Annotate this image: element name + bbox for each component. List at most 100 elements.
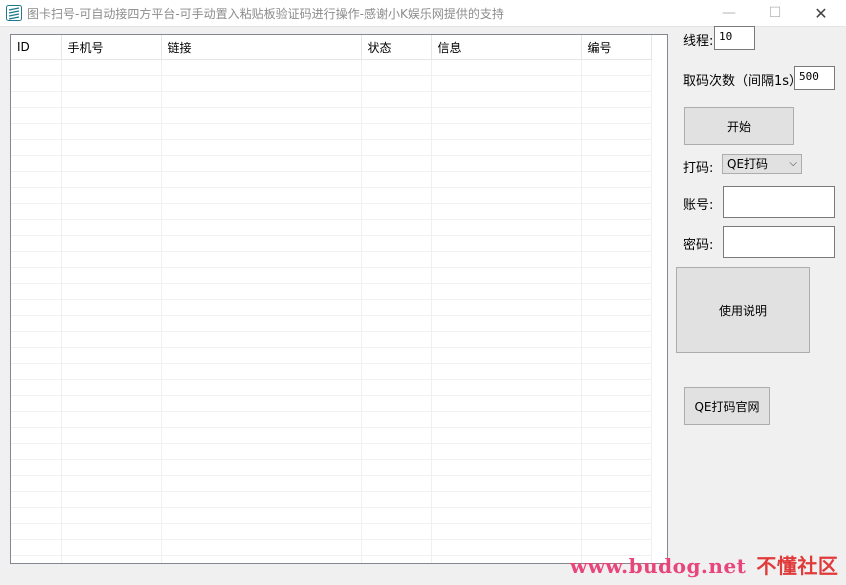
table-row[interactable]	[11, 315, 652, 332]
table-row[interactable]	[11, 539, 652, 556]
table-cell	[361, 91, 432, 108]
table-cell	[61, 171, 162, 188]
table-row[interactable]	[11, 267, 652, 284]
table-cell	[11, 491, 62, 508]
table-cell	[61, 299, 162, 316]
column-header-number[interactable]: 编号	[581, 35, 652, 60]
table-row[interactable]	[11, 523, 652, 540]
table-cell	[61, 555, 162, 563]
maximize-button[interactable]: ☐	[752, 0, 798, 26]
table-cell	[11, 507, 62, 524]
table-cell	[11, 443, 62, 460]
table-cell	[361, 459, 432, 476]
table-cell	[581, 59, 652, 76]
column-header-link[interactable]: 链接	[161, 35, 362, 60]
close-button[interactable]: ✕	[798, 0, 844, 26]
table-cell	[361, 187, 432, 204]
table-cell	[361, 411, 432, 428]
table-row[interactable]	[11, 491, 652, 508]
table-row[interactable]	[11, 171, 652, 188]
table-cell	[431, 139, 582, 156]
table-cell	[431, 59, 582, 76]
table-row[interactable]	[11, 91, 652, 108]
table-row[interactable]	[11, 363, 652, 380]
table-cell	[61, 443, 162, 460]
table-cell	[11, 91, 62, 108]
table-row[interactable]	[11, 187, 652, 204]
table-cell	[11, 139, 62, 156]
table-cell	[581, 155, 652, 172]
table-cell	[61, 91, 162, 108]
table-cell	[161, 267, 362, 284]
results-grid[interactable]: ID 手机号 链接 状态 信息 编号	[10, 34, 668, 564]
table-row[interactable]	[11, 219, 652, 236]
table-row[interactable]	[11, 331, 652, 348]
column-header-id[interactable]: ID	[11, 35, 62, 60]
table-cell	[361, 523, 432, 540]
table-cell	[61, 283, 162, 300]
table-cell	[581, 411, 652, 428]
table-cell	[11, 411, 62, 428]
table-cell	[161, 107, 362, 124]
results-table: ID 手机号 链接 状态 信息 编号	[11, 35, 652, 563]
table-row[interactable]	[11, 107, 652, 124]
table-row[interactable]	[11, 411, 652, 428]
table-cell	[11, 331, 62, 348]
table-cell	[161, 491, 362, 508]
table-row[interactable]	[11, 75, 652, 92]
threads-input[interactable]: 10	[714, 26, 755, 50]
table-row[interactable]	[11, 427, 652, 444]
table-cell	[11, 171, 62, 188]
table-row[interactable]	[11, 155, 652, 172]
table-cell	[431, 491, 582, 508]
table-row[interactable]	[11, 507, 652, 524]
table-cell	[431, 203, 582, 220]
column-header-info[interactable]: 信息	[431, 35, 582, 60]
captcha-select[interactable]: QE打码 ⌵	[722, 154, 802, 174]
account-input[interactable]	[723, 186, 835, 218]
table-cell	[581, 75, 652, 92]
table-row[interactable]	[11, 203, 652, 220]
table-row[interactable]	[11, 379, 652, 396]
start-button[interactable]: 开始	[684, 107, 794, 145]
table-cell	[431, 171, 582, 188]
table-row[interactable]	[11, 443, 652, 460]
column-header-status[interactable]: 状态	[361, 35, 432, 60]
table-row[interactable]	[11, 283, 652, 300]
table-cell	[161, 283, 362, 300]
table-cell	[361, 75, 432, 92]
table-cell	[61, 123, 162, 140]
captcha-select-value: QE打码	[727, 157, 769, 171]
table-row[interactable]	[11, 395, 652, 412]
table-row[interactable]	[11, 139, 652, 156]
table-cell	[61, 331, 162, 348]
table-row[interactable]	[11, 59, 652, 76]
table-cell	[161, 443, 362, 460]
title-bar: 图卡扫号-可自动接四方平台-可手动置入粘贴板验证码进行操作-感谢小K娱乐网提供的…	[0, 0, 846, 27]
fetch-count-input[interactable]: 500	[794, 66, 835, 90]
close-icon: ✕	[814, 3, 828, 23]
table-cell	[11, 347, 62, 364]
captcha-site-button[interactable]: QE打码官网	[684, 387, 770, 425]
table-cell	[161, 315, 362, 332]
table-row[interactable]	[11, 251, 652, 268]
password-input[interactable]	[723, 226, 835, 258]
table-cell	[61, 203, 162, 220]
table-row[interactable]	[11, 475, 652, 492]
table-cell	[61, 491, 162, 508]
table-cell	[61, 187, 162, 204]
table-cell	[161, 219, 362, 236]
table-cell	[431, 331, 582, 348]
table-row[interactable]	[11, 235, 652, 252]
minimize-button[interactable]: —	[706, 0, 752, 26]
help-button[interactable]: 使用说明	[676, 267, 810, 353]
table-row[interactable]	[11, 299, 652, 316]
table-row[interactable]	[11, 555, 652, 563]
table-row[interactable]	[11, 123, 652, 140]
column-header-phone[interactable]: 手机号	[61, 35, 162, 60]
table-row[interactable]	[11, 347, 652, 364]
threads-label: 线程:	[683, 34, 714, 49]
table-row[interactable]	[11, 459, 652, 476]
table-cell	[431, 523, 582, 540]
table-cell	[361, 315, 432, 332]
